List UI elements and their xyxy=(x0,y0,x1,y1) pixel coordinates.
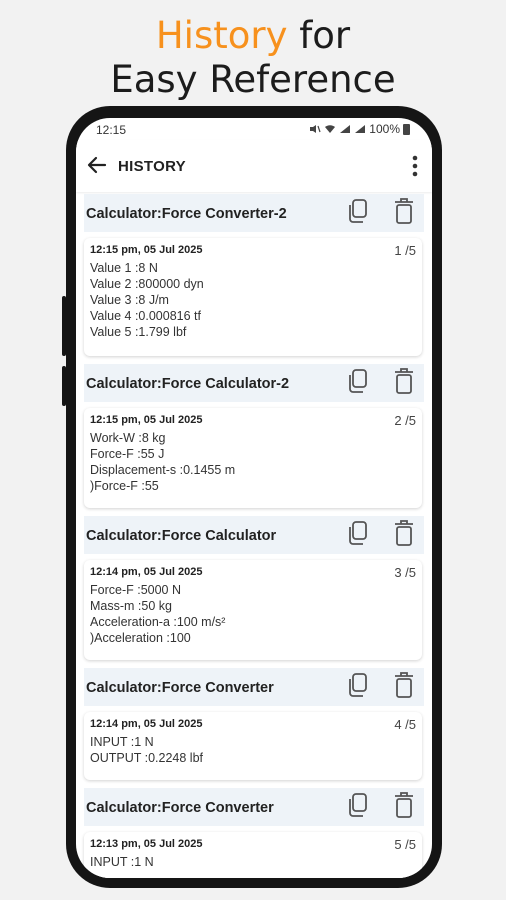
status-bar: 12:15 100% xyxy=(76,118,432,140)
copy-icon[interactable] xyxy=(346,672,370,698)
delete-icon[interactable] xyxy=(392,197,416,225)
promo-headline-line1: History for xyxy=(0,14,506,58)
entry-line: Mass-m :50 kg xyxy=(90,599,172,613)
entry-title: Calculator:Force Converter xyxy=(86,800,274,816)
entry-title: Calculator:Force Calculator xyxy=(86,528,277,544)
power-button xyxy=(62,366,66,406)
entry-lines: INPUT :1 N xyxy=(90,854,154,870)
bottom-edge xyxy=(76,870,432,878)
entry-header: Calculator:Force Calculator xyxy=(84,516,424,554)
entry-timestamp: 12:14 pm, 05 Jul 2025 xyxy=(90,718,203,730)
promo-headline-rest: for xyxy=(287,14,351,57)
entry-line: Displacement-s :0.1455 m xyxy=(90,463,236,477)
delete-icon[interactable] xyxy=(392,367,416,395)
status-icons: 100% xyxy=(309,122,410,136)
entry-line: )Force-F :55 xyxy=(90,479,159,493)
entry-line: Work-W :8 kg xyxy=(90,431,166,445)
entry-line: INPUT :1 N xyxy=(90,855,154,869)
entry-timestamp: 12:15 pm, 05 Jul 2025 xyxy=(90,414,203,426)
entry-line: INPUT :1 N xyxy=(90,735,154,749)
copy-icon[interactable] xyxy=(346,520,370,546)
entry-header: Calculator:Force Calculator-2 xyxy=(84,364,424,402)
entry-header: Calculator:Force Converter-2 xyxy=(84,194,424,232)
delete-icon[interactable] xyxy=(392,791,416,819)
entry-page-index: 3 /5 xyxy=(394,565,416,580)
entry-line: )Acceleration :100 xyxy=(90,631,191,645)
entry-header: Calculator:Force Converter xyxy=(84,788,424,826)
entry-page-index: 4 /5 xyxy=(394,717,416,732)
entry-header: Calculator:Force Converter xyxy=(84,668,424,706)
entry-title: Calculator:Force Converter xyxy=(86,680,274,696)
entry-timestamp: 12:15 pm, 05 Jul 2025 xyxy=(90,244,203,256)
entry-lines: Value 1 :8 N Value 2 :800000 dyn Value 3… xyxy=(90,260,204,340)
signal-icon-2 xyxy=(355,125,366,133)
entry-line: Value 3 :8 J/m xyxy=(90,293,169,307)
entry-line: Force-F :55 J xyxy=(90,447,165,461)
delete-icon[interactable] xyxy=(392,671,416,699)
entry-card[interactable]: 12:14 pm, 05 Jul 2025 3 /5 Force-F :5000… xyxy=(84,560,422,660)
entry-line: Value 5 :1.799 lbf xyxy=(90,325,187,339)
volume-button xyxy=(62,296,66,356)
promo-headline-line2: Easy Reference xyxy=(110,58,396,101)
promo-headline: History for Easy Reference xyxy=(0,14,506,102)
copy-icon[interactable] xyxy=(346,198,370,224)
entry-timestamp: 12:13 pm, 05 Jul 2025 xyxy=(90,838,203,850)
entry-line: Value 4 :0.000816 tf xyxy=(90,309,201,323)
app-bar: HISTORY xyxy=(76,140,432,192)
phone-frame: 12:15 100% HISTORY Calculator:Force Conv… xyxy=(62,106,442,888)
signal-icon xyxy=(340,125,351,133)
entry-line: Value 2 :800000 dyn xyxy=(90,277,204,291)
back-arrow-icon[interactable] xyxy=(86,154,108,176)
entry-card[interactable]: 12:15 pm, 05 Jul 2025 1 /5 Value 1 :8 N … xyxy=(84,238,422,356)
battery-percent: 100% xyxy=(369,122,400,136)
entry-title: Calculator:Force Converter-2 xyxy=(86,206,287,222)
entry-title: Calculator:Force Calculator-2 xyxy=(86,376,290,392)
entry-page-index: 1 /5 xyxy=(394,243,416,258)
entry-card[interactable]: 12:15 pm, 05 Jul 2025 2 /5 Work-W :8 kg … xyxy=(84,408,422,508)
entry-card[interactable]: 12:14 pm, 05 Jul 2025 4 /5 INPUT :1 N OU… xyxy=(84,712,422,780)
app-screen: 12:15 100% HISTORY Calculator:Force Conv… xyxy=(76,118,432,878)
entry-page-index: 5 /5 xyxy=(394,837,416,852)
copy-icon[interactable] xyxy=(346,368,370,394)
delete-icon[interactable] xyxy=(392,519,416,547)
entry-page-index: 2 /5 xyxy=(394,413,416,428)
more-vert-icon[interactable] xyxy=(412,154,418,178)
status-time: 12:15 xyxy=(96,123,127,137)
entry-lines: Force-F :5000 N Mass-m :50 kg Accelerati… xyxy=(90,582,225,646)
wifi-icon xyxy=(325,125,336,133)
entry-lines: INPUT :1 N OUTPUT :0.2248 lbf xyxy=(90,734,203,766)
copy-icon[interactable] xyxy=(346,792,370,818)
entry-line: Acceleration-a :100 m/s² xyxy=(90,615,226,629)
mute-icon xyxy=(310,125,321,133)
entry-line: Force-F :5000 N xyxy=(90,583,182,597)
promo-headline-accent: History xyxy=(155,14,288,57)
page-title: HISTORY xyxy=(118,158,186,175)
entry-line: Value 1 :8 N xyxy=(90,261,158,275)
entry-lines: Work-W :8 kg Force-F :55 J Displacement-… xyxy=(90,430,235,494)
entry-timestamp: 12:14 pm, 05 Jul 2025 xyxy=(90,566,203,578)
entry-line: OUTPUT :0.2248 lbf xyxy=(90,751,204,765)
battery-icon xyxy=(403,123,410,135)
